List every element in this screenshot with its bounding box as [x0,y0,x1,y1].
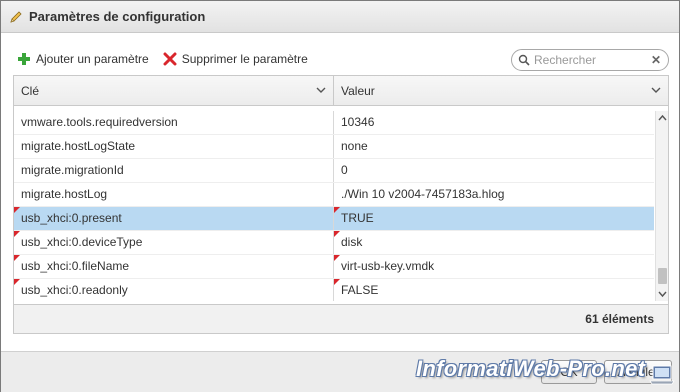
scrollbar-thumb[interactable] [658,268,667,284]
clear-search-icon[interactable]: ✕ [651,53,661,67]
watermark-text: InformatiWeb-Pro.net [416,356,646,381]
scroll-down-arrow-icon[interactable] [658,291,667,298]
row-value: 0 [341,163,348,177]
add-parameter-label: Ajouter un paramètre [36,52,149,66]
row-key-cell: usb_xhci:0.present [14,207,334,230]
chevron-down-icon[interactable] [650,84,662,96]
dialog-title: Paramètres de configuration [29,9,206,24]
row-key: migrate.migrationId [21,163,124,177]
grid-footer: 61 éléments [14,304,668,333]
vertical-scrollbar[interactable] [655,111,668,301]
row-value: TRUE [341,211,374,225]
scroll-up-arrow-icon[interactable] [658,114,667,121]
row-value-cell[interactable]: 0 [334,159,654,182]
column-header-key[interactable]: Clé [14,76,334,106]
row-key: usb_xhci:0.fileName [21,259,130,273]
item-count: 61 éléments [585,312,654,326]
table-row[interactable]: migrate.hostLog ./Win 10 v2004-7457183a.… [14,183,654,207]
table-row[interactable]: vmware.tools.requiredversion 10346 [14,111,654,135]
row-value: 10346 [341,115,375,129]
search-input[interactable] [534,53,650,67]
row-value-cell[interactable]: FALSE [334,279,654,301]
row-value: disk [341,235,363,249]
add-parameter-button[interactable]: Ajouter un paramètre [17,52,149,66]
modified-flag-icon [14,255,20,261]
search-icon [518,54,530,66]
modified-flag-icon [334,231,340,237]
toolbar: Ajouter un paramètre Supprimer le paramè… [17,49,322,69]
column-header-key-label: Clé [21,84,40,98]
column-header-value-label: Valeur [341,84,375,98]
modified-flag-icon [14,231,20,237]
chevron-down-icon[interactable] [315,84,327,96]
row-value: FALSE [341,283,379,297]
modified-flag-icon [14,279,20,285]
row-value: none [341,139,368,153]
table-row[interactable]: usb_xhci:0.fileName virt-usb-key.vmdk [14,255,654,279]
grid-header: Clé Valeur [14,76,668,106]
row-key-cell: usb_xhci:0.readonly [14,279,334,301]
row-value-cell[interactable]: 10346 [334,111,654,134]
row-key: usb_xhci:0.deviceType [21,235,143,249]
row-key: migrate.hostLog [21,187,108,201]
row-key: usb_xhci:0.present [21,211,122,225]
table-row[interactable]: usb_xhci:0.deviceType disk [14,231,654,255]
row-key-cell: vmware.tools.requiredversion [14,111,334,134]
row-key-cell: migrate.hostLogState [14,135,334,158]
plus-icon [18,53,30,65]
row-key-cell: migrate.hostLog [14,183,334,206]
remove-parameter-label: Supprimer le paramètre [181,52,308,66]
parameters-grid: Clé Valeur vmware.tools.requiredversion … [13,75,669,334]
grid-rows: vmware.tools.requiredversion 10346 migra… [14,111,654,301]
row-key: usb_xhci:0.readonly [21,283,128,297]
row-value-cell[interactable]: disk [334,231,654,254]
row-value: virt-usb-key.vmdk [341,259,435,273]
pencil-icon [10,10,22,23]
row-value-cell[interactable]: none [334,135,654,158]
configuration-dialog: Paramètres de configuration Ajouter un p… [0,0,680,392]
row-key-cell: usb_xhci:0.fileName [14,255,334,278]
laptop-logo-icon [649,365,675,385]
remove-parameter-button[interactable]: Supprimer le paramètre [163,52,308,66]
modified-flag-icon [334,207,340,213]
row-key: vmware.tools.requiredversion [21,115,178,129]
table-row[interactable]: migrate.hostLogState none [14,135,654,159]
column-header-value[interactable]: Valeur [334,76,668,106]
table-row[interactable]: usb_xhci:0.present TRUE [14,207,654,231]
row-value-cell[interactable]: virt-usb-key.vmdk [334,255,654,278]
row-key-cell: migrate.migrationId [14,159,334,182]
x-icon [163,52,177,66]
modified-flag-icon [334,255,340,261]
dialog-titlebar: Paramètres de configuration [1,1,679,33]
row-value: ./Win 10 v2004-7457183a.hlog [341,187,505,201]
row-value-cell[interactable]: ./Win 10 v2004-7457183a.hlog [334,183,654,206]
modified-flag-icon [334,279,340,285]
table-row[interactable]: migrate.migrationId 0 [14,159,654,183]
row-key-cell: usb_xhci:0.deviceType [14,231,334,254]
modified-flag-icon [14,207,20,213]
table-row[interactable]: usb_xhci:0.readonly FALSE [14,279,654,301]
row-key: migrate.hostLogState [21,139,136,153]
search-box: ✕ [511,49,669,71]
row-value-cell[interactable]: TRUE [334,207,654,230]
